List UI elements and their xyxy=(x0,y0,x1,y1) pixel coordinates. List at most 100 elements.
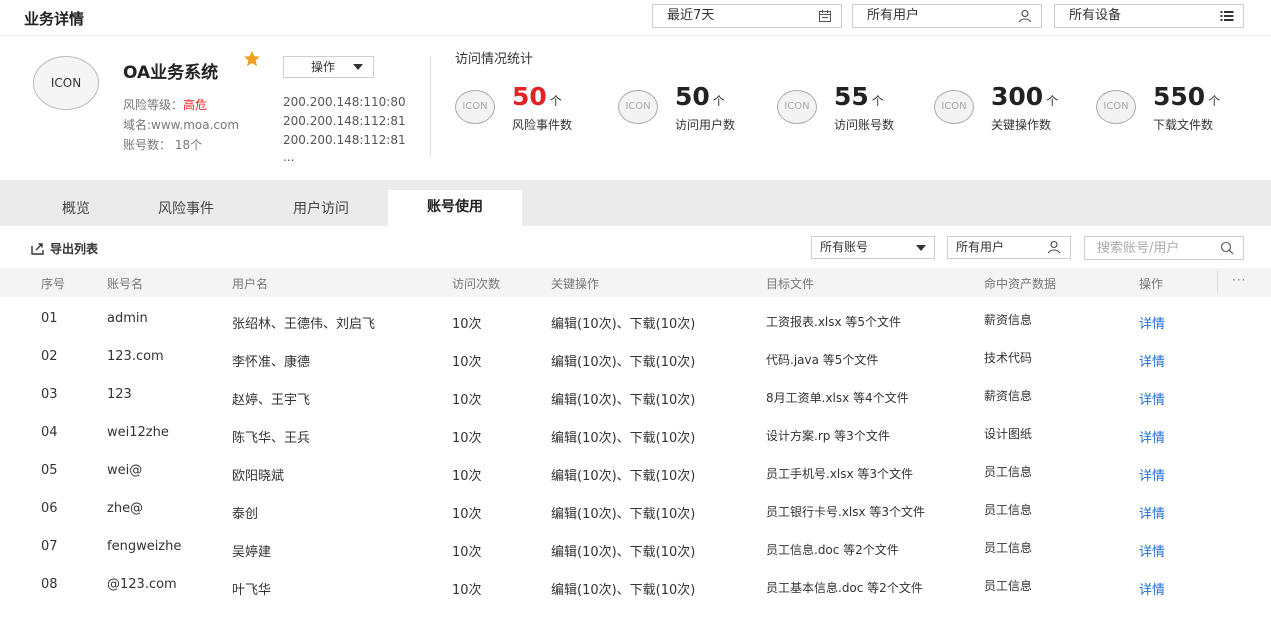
table-row: 04 wei12zhe 陈飞华、王兵 10次 编辑(10次)、下载(10次) 设… xyxy=(0,425,1271,463)
tab-account-usage[interactable]: 账号使用 xyxy=(388,190,522,226)
row-target-files: 员工银行卡号.xlsx 等3个文件 xyxy=(766,505,926,519)
table-row: 06 zhe@ 泰创 10次 编辑(10次)、下载(10次) 员工银行卡号.xl… xyxy=(0,501,1271,539)
table-row: 02 123.com 李怀准、康德 10次 编辑(10次)、下载(10次) 代码… xyxy=(0,349,1271,387)
tab-risk-events[interactable]: 风险事件 xyxy=(140,190,232,226)
row-detail-link[interactable]: 详情 xyxy=(1139,541,1165,560)
caret-down-icon xyxy=(916,245,926,251)
row-visits: 10次 xyxy=(452,583,482,598)
row-users: 叶飞华 xyxy=(232,583,272,598)
table-row: 08 @123.com 叶飞华 10次 编辑(10次)、下载(10次) 员工基本… xyxy=(0,577,1271,615)
table-row: 01 admin 张绍林、王德伟、刘启飞 10次 编辑(10次)、下载(10次)… xyxy=(0,311,1271,349)
row-visits: 10次 xyxy=(452,431,482,446)
row-users: 张绍林、王德伟、刘启飞 xyxy=(232,317,376,332)
row-account: @123.com xyxy=(107,577,177,592)
page-title: 业务详情 xyxy=(24,10,85,28)
column-header-operations: 关键操作 xyxy=(551,277,600,291)
row-operations: 编辑(10次)、下载(10次) xyxy=(551,469,696,484)
row-users: 泰创 xyxy=(232,507,259,522)
stat-icon: ICON xyxy=(777,90,817,124)
stats-title: 访问情况统计 xyxy=(455,52,534,67)
list-icon xyxy=(1220,11,1234,21)
row-visits: 10次 xyxy=(452,355,482,370)
row-detail-link[interactable]: 详情 xyxy=(1139,351,1165,370)
row-users: 赵婷、王宇飞 xyxy=(232,393,311,408)
user-select[interactable]: 所有用户 xyxy=(852,4,1042,28)
row-index: 05 xyxy=(41,463,58,478)
row-account: 123.com xyxy=(107,349,164,364)
risk-level: 风险等级：高危 xyxy=(123,96,207,113)
row-account: fengweizhe xyxy=(107,539,182,554)
date-range-select[interactable]: 最近7天 xyxy=(652,4,842,28)
row-asset-data: 设计图纸 xyxy=(984,427,1033,441)
stat-icon: ICON xyxy=(618,90,658,124)
row-operations: 编辑(10次)、下载(10次) xyxy=(551,393,696,408)
search-icon[interactable] xyxy=(1220,241,1234,255)
row-account: 123 xyxy=(107,387,132,402)
row-asset-data: 员工信息 xyxy=(984,503,1033,517)
row-asset-data: 员工信息 xyxy=(984,465,1033,479)
table-header: 序号 账号名 用户名 访问次数 关键操作 目标文件 命中资产数据 操作 ··· xyxy=(0,268,1271,297)
stat-icon: ICON xyxy=(934,90,974,124)
tab-overview[interactable]: 概览 xyxy=(40,190,112,226)
column-divider xyxy=(1217,271,1218,293)
row-operations: 编辑(10次)、下载(10次) xyxy=(551,431,696,446)
row-asset-data: 薪资信息 xyxy=(984,389,1033,403)
row-visits: 10次 xyxy=(452,507,482,522)
row-visits: 10次 xyxy=(452,393,482,408)
row-index: 08 xyxy=(41,577,58,592)
column-header-visits: 访问次数 xyxy=(452,277,501,291)
row-detail-link[interactable]: 详情 xyxy=(1139,313,1165,332)
user-select-value: 所有用户 xyxy=(867,8,920,23)
row-index: 04 xyxy=(41,425,58,440)
user-filter-select[interactable]: 所有用户 xyxy=(947,236,1071,259)
row-index: 07 xyxy=(41,539,58,554)
domain-text: 域名:www.moa.com xyxy=(123,118,240,132)
tab-user-access[interactable]: 用户访问 xyxy=(275,190,367,226)
export-icon xyxy=(31,243,44,255)
row-users: 陈飞华、王兵 xyxy=(232,431,311,446)
stat-value: 50 个 xyxy=(675,82,725,111)
row-target-files: 员工手机号.xlsx 等3个文件 xyxy=(766,467,914,481)
column-header-asset-data: 命中资产数据 xyxy=(984,277,1057,291)
table-row: 07 fengweizhe 吴婷建 10次 编辑(10次)、下载(10次) 员工… xyxy=(0,539,1271,577)
table-row: 03 123 赵婷、王宇飞 10次 编辑(10次)、下载(10次) 8月工资单.… xyxy=(0,387,1271,425)
stat-label: 下载文件数 xyxy=(1153,118,1214,132)
stat-icon: ICON xyxy=(1096,90,1136,124)
row-operations: 编辑(10次)、下载(10次) xyxy=(551,507,696,522)
row-target-files: 员工信息.doc 等2个文件 xyxy=(766,543,899,557)
row-detail-link[interactable]: 详情 xyxy=(1139,503,1165,522)
row-detail-link[interactable]: 详情 xyxy=(1139,389,1165,408)
row-asset-data: 员工信息 xyxy=(984,579,1033,593)
date-range-value: 最近7天 xyxy=(667,8,715,23)
ip-address: 200.200.148:110:80 xyxy=(283,95,406,109)
row-users: 李怀准、康德 xyxy=(232,355,311,370)
row-index: 01 xyxy=(41,311,58,326)
row-users: 吴婷建 xyxy=(232,545,272,560)
column-header-target-files: 目标文件 xyxy=(766,277,815,291)
export-list-button[interactable]: 导出列表 xyxy=(31,240,98,257)
row-detail-link[interactable]: 详情 xyxy=(1139,465,1165,484)
column-header-user: 用户名 xyxy=(232,277,269,291)
operation-label: 操作 xyxy=(311,60,336,74)
row-target-files: 员工基本信息.doc 等2个文件 xyxy=(766,581,923,595)
ip-address: 200.200.148:112:81 xyxy=(283,133,406,147)
more-columns-button[interactable]: ··· xyxy=(1232,273,1246,287)
device-select[interactable]: 所有设备 xyxy=(1054,4,1244,28)
search-box xyxy=(1084,236,1244,260)
ip-more[interactable]: ... xyxy=(283,150,294,164)
search-input[interactable] xyxy=(1085,237,1215,259)
row-target-files: 8月工资单.xlsx 等4个文件 xyxy=(766,391,909,405)
row-detail-link[interactable]: 详情 xyxy=(1139,579,1165,598)
row-account: admin xyxy=(107,311,148,326)
operation-dropdown[interactable]: 操作 xyxy=(283,56,374,78)
row-index: 02 xyxy=(41,349,58,364)
row-visits: 10次 xyxy=(452,317,482,332)
row-operations: 编辑(10次)、下载(10次) xyxy=(551,355,696,370)
system-info-panel: ICON OA业务系统 操作 风险等级：高危 域名:www.moa.com 账号… xyxy=(0,36,1271,180)
account-filter-select[interactable]: 所有账号 xyxy=(811,236,935,259)
row-detail-link[interactable]: 详情 xyxy=(1139,427,1165,446)
calendar-icon xyxy=(819,10,831,22)
risk-level-label: 风险等级： xyxy=(123,98,184,112)
row-operations: 编辑(10次)、下载(10次) xyxy=(551,583,696,598)
favorite-star-icon[interactable] xyxy=(243,50,261,68)
